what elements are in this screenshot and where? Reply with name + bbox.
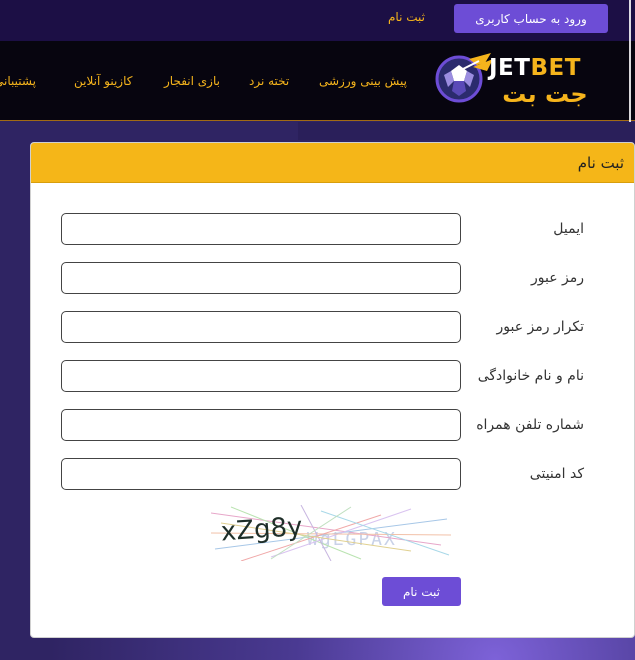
email-label: ایمیل [553, 221, 584, 237]
jetbet-logo[interactable]: JETBET جت بت [433, 47, 603, 113]
captcha-text: xZg8y [220, 512, 304, 548]
password-label: رمز عبور [530, 270, 584, 286]
logo-jet-text: JET [489, 55, 531, 81]
edge-divider [629, 0, 631, 140]
nav-item-online-casino[interactable]: کازینو آنلاین [74, 74, 132, 88]
register-submit-button[interactable]: ثبت نام [382, 577, 461, 606]
logo-bet-text: BET [530, 55, 581, 81]
full-name-field[interactable] [61, 360, 461, 392]
nav-item-backgammon[interactable]: تخته نرد [249, 74, 289, 88]
confirm-password-field[interactable] [61, 311, 461, 343]
full-name-label: نام و نام خانوادگی [477, 368, 584, 384]
main-navbar: پشتیبانی کازینو آنلاین بازی انفجار تخته … [0, 41, 635, 121]
security-code-field[interactable] [61, 458, 461, 490]
register-link[interactable]: ثبت نام [388, 10, 425, 24]
login-button[interactable]: ورود به حساب کاربری [454, 4, 608, 33]
top-bar: ثبت نام ورود به حساب کاربری [0, 0, 635, 41]
security-code-label: کد امنیتی [529, 466, 584, 482]
registration-card: ثبت نام ایمیل رمز عبور تکرار رمز عبور نا… [30, 142, 635, 638]
card-header: ثبت نام [31, 143, 634, 183]
nav-item-crash-game[interactable]: بازی انفجار [164, 74, 220, 88]
captcha-image: WgLGPAX xZg8y [211, 505, 451, 561]
mobile-label: شماره تلفن همراه [476, 417, 584, 433]
background-strip [298, 122, 635, 140]
confirm-password-label: تکرار رمز عبور [496, 319, 584, 335]
logo-persian-text: جت بت [502, 80, 588, 108]
logo-wordmark: JETBET [489, 55, 581, 81]
ball-plane-icon [435, 53, 493, 103]
card-title: ثبت نام [577, 154, 624, 172]
mobile-field[interactable] [61, 409, 461, 441]
email-field[interactable] [61, 213, 461, 245]
nav-item-sports-betting[interactable]: پیش بینی ورزشی [319, 74, 407, 88]
password-field[interactable] [61, 262, 461, 294]
nav-item-support[interactable]: پشتیبانی [0, 74, 36, 88]
